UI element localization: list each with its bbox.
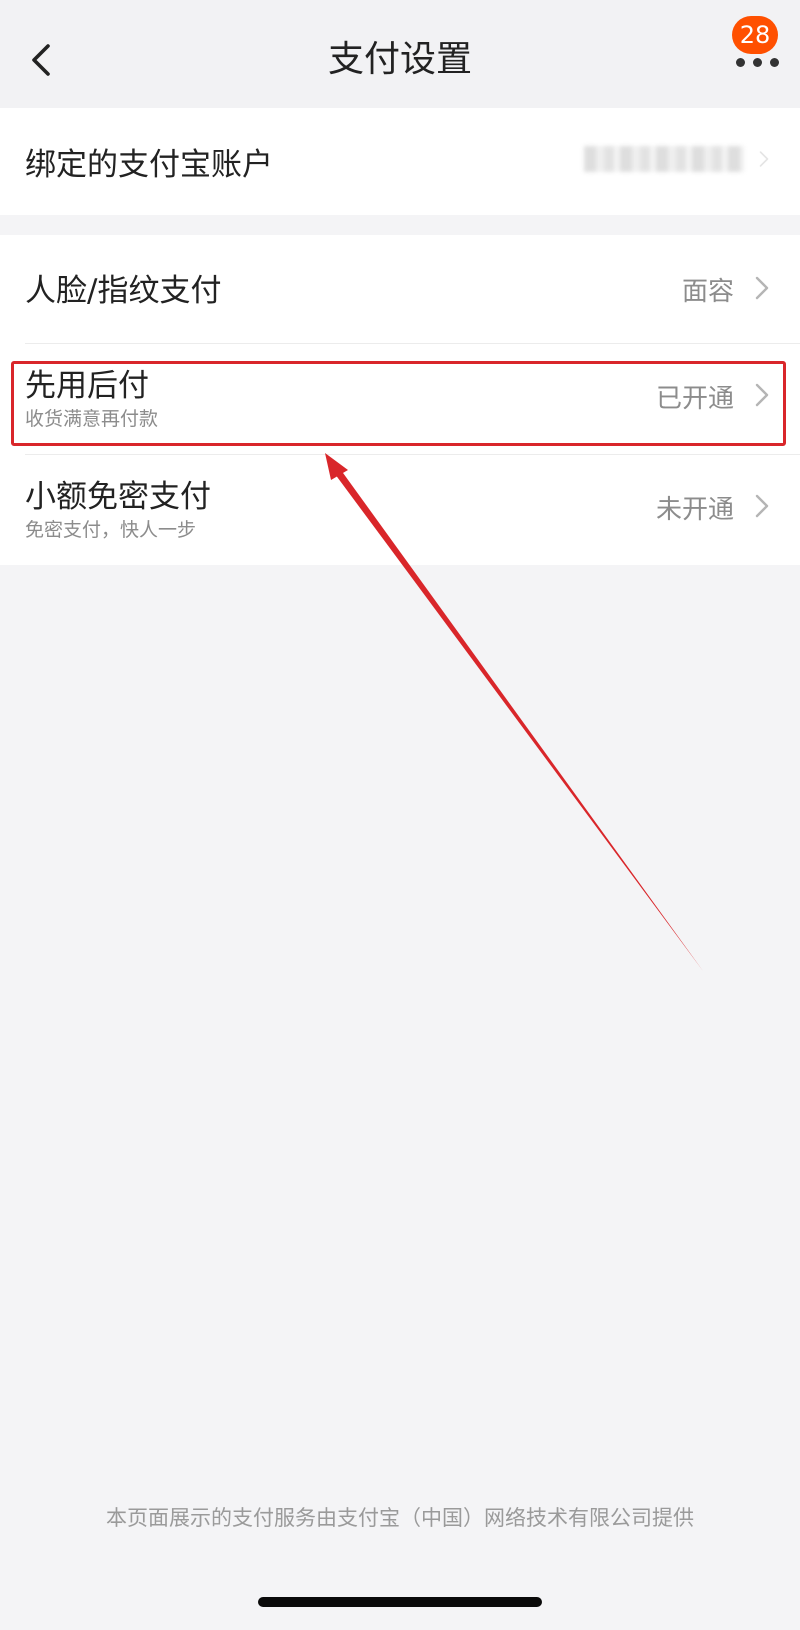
small-amount-no-password-subtitle: 免密支付，快人一步: [25, 519, 197, 541]
pay-later-subtitle: 收货满意再付款: [25, 408, 159, 430]
face-fingerprint-pay-row[interactable]: 人脸/指纹支付 面容: [0, 235, 800, 343]
chevron-right-icon: [755, 494, 769, 518]
small-amount-no-password-row[interactable]: 小额免密支付 免密支付，快人一步 未开通: [0, 455, 800, 565]
small-amount-no-password-status: 未开通: [655, 495, 734, 525]
more-dots-icon: [736, 58, 779, 67]
alipay-account-label: 绑定的支付宝账户: [25, 147, 273, 183]
footer-provider-note: 本页面展示的支付服务由支付宝（中国）网络技术有限公司提供: [106, 1506, 694, 1530]
small-amount-no-password-label: 小额免密支付: [25, 479, 211, 515]
pay-later-row[interactable]: 先用后付 收货满意再付款 已开通: [0, 344, 800, 454]
face-fingerprint-pay-label: 人脸/指纹支付: [25, 273, 222, 309]
alipay-account-row[interactable]: 绑定的支付宝账户: [0, 108, 800, 215]
top-nav-bar: 支付设置 28: [0, 0, 800, 110]
face-fingerprint-pay-value: 面容: [681, 277, 734, 307]
notification-badge: 28: [732, 16, 778, 54]
chevron-right-icon: [755, 383, 769, 407]
chevron-right-icon: [759, 151, 769, 167]
home-indicator[interactable]: [258, 1597, 542, 1607]
page-title: 支付设置: [327, 39, 472, 80]
masked-account-value: [584, 146, 744, 172]
payment-settings-section: 人脸/指纹支付 面容 先用后付 收货满意再付款 已开通 小额免密支付 免密支付，…: [0, 235, 800, 565]
chevron-right-icon: [755, 276, 769, 300]
pay-later-status: 已开通: [655, 384, 734, 414]
back-arrow-icon: [32, 44, 50, 76]
pay-later-label: 先用后付: [25, 368, 149, 404]
back-button[interactable]: [22, 36, 66, 84]
account-section: 绑定的支付宝账户: [0, 108, 800, 215]
